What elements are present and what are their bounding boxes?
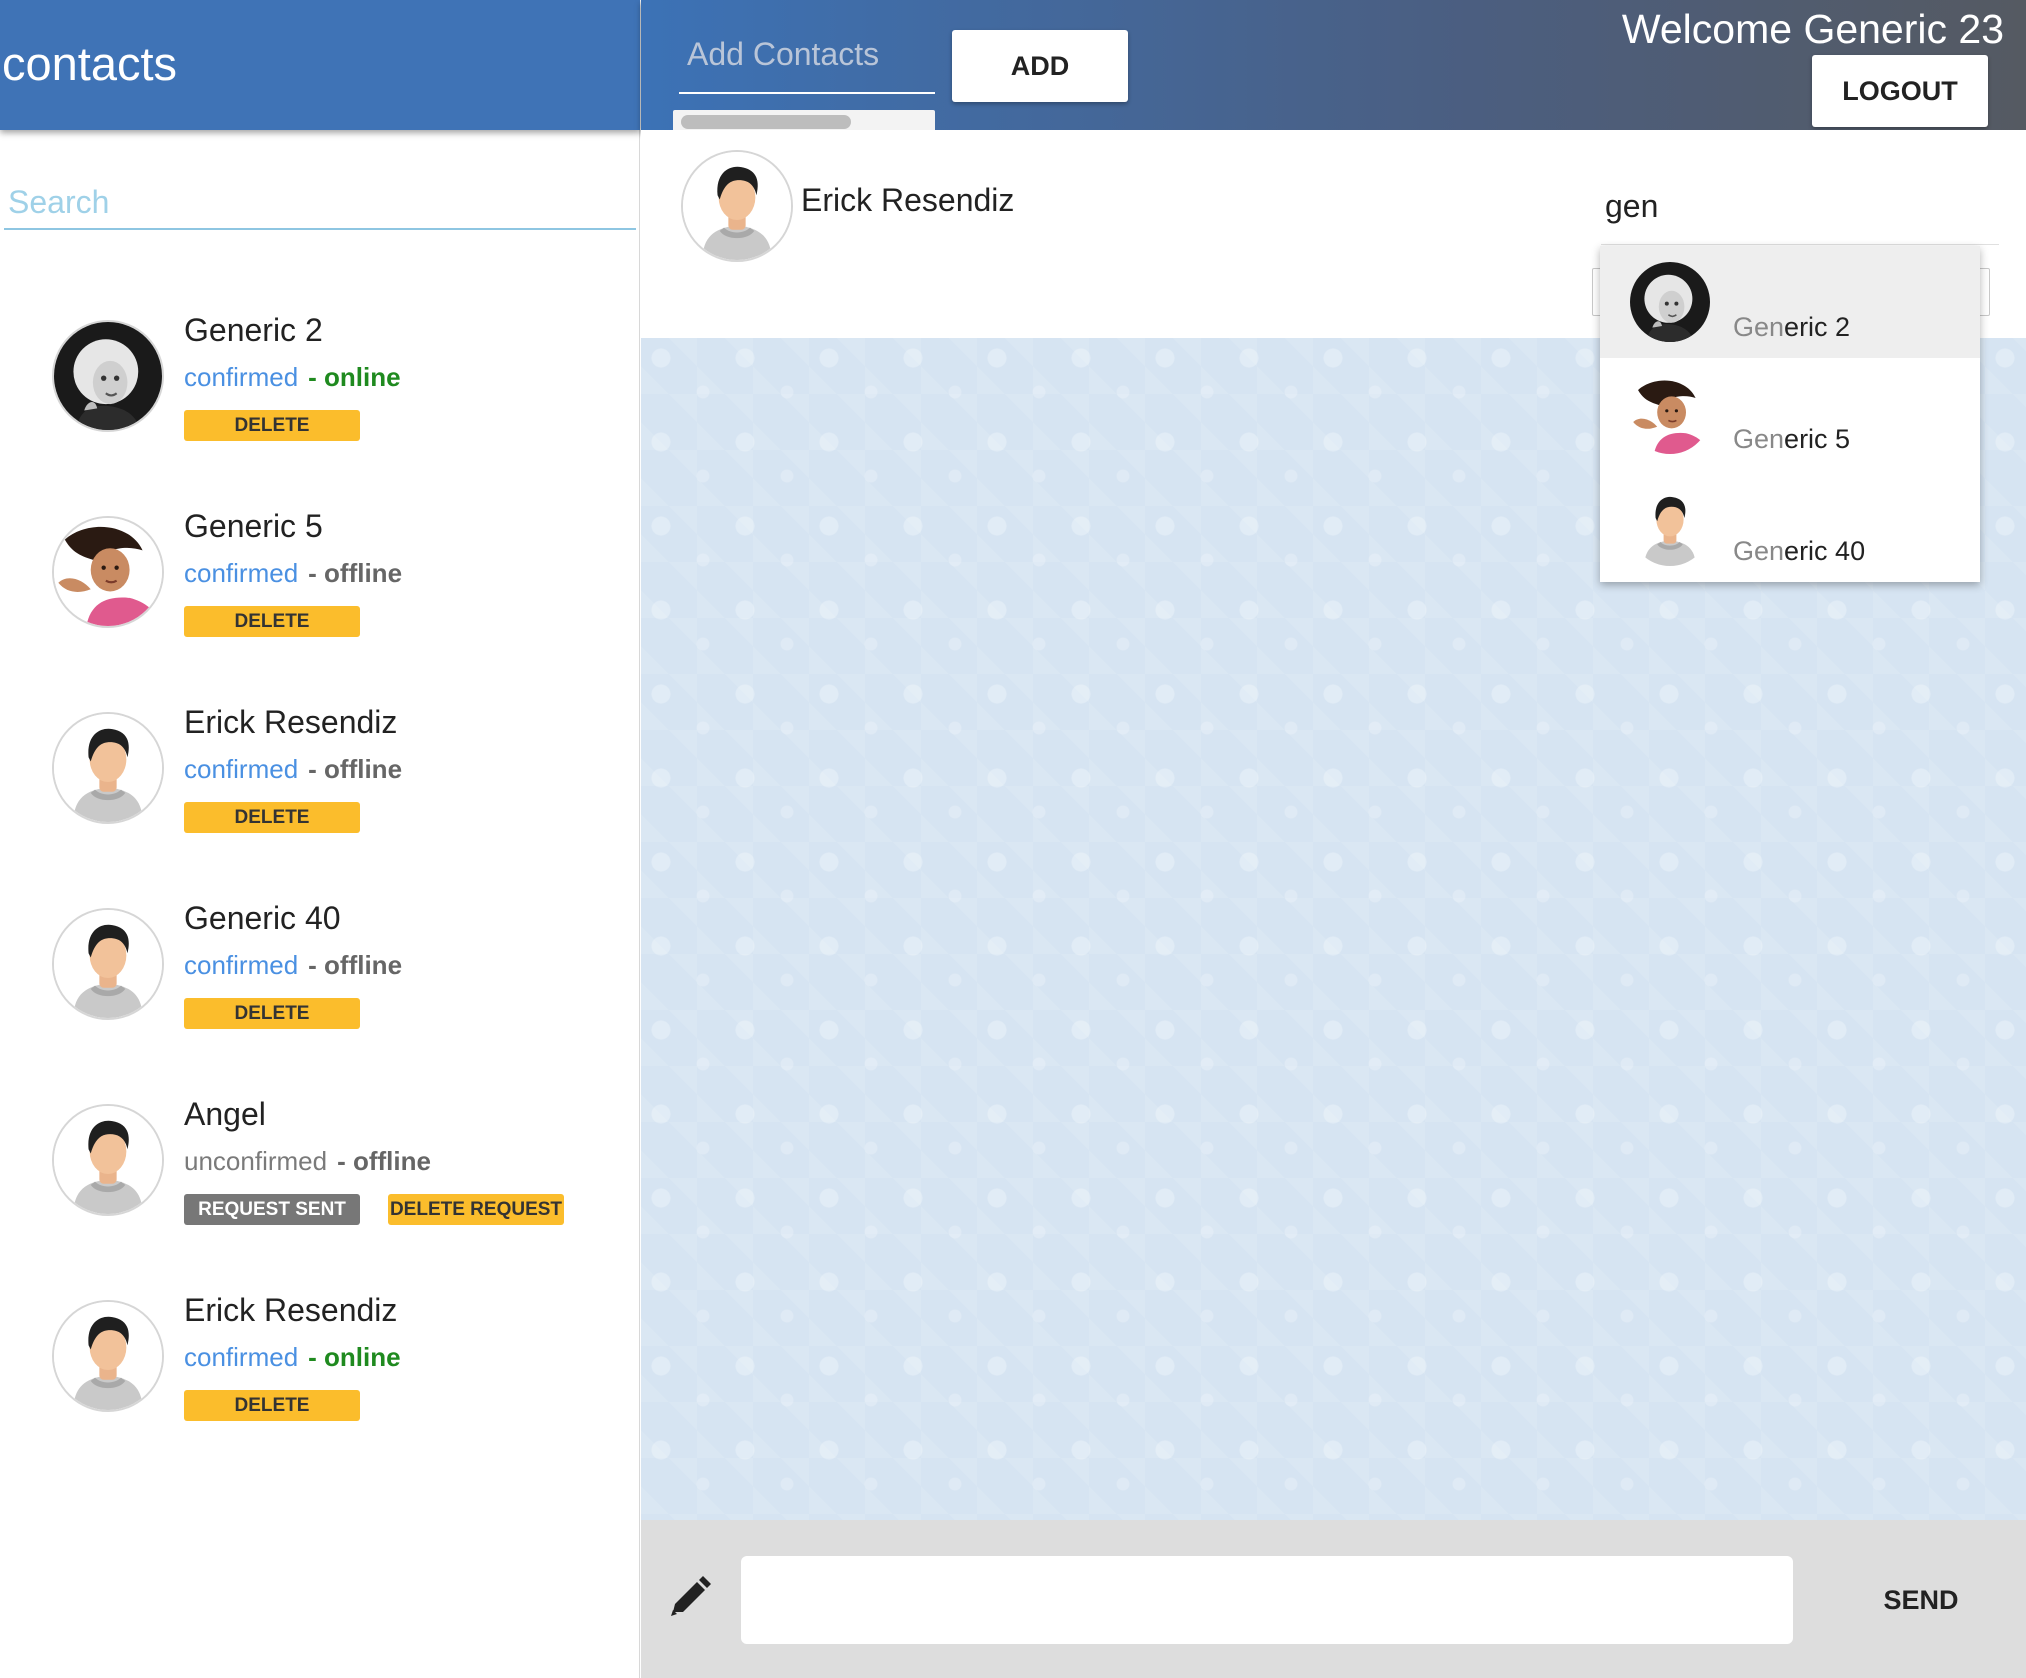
autocomplete-underline: [1601, 244, 1999, 245]
add-contacts-field[interactable]: [679, 16, 935, 94]
compose-bar: SEND: [641, 1520, 2026, 1678]
contact-status: confirmed - offline: [184, 558, 402, 589]
contact-status: confirmed - offline: [184, 950, 402, 981]
contact-item[interactable]: Generic 40 confirmed - offline DELETE: [0, 900, 640, 1096]
contact-name: Erick Resendiz: [184, 1292, 398, 1328]
option-rest: eric 40: [1784, 536, 1866, 566]
contact-item[interactable]: Angel unconfirmed - offline REQUEST SENT …: [0, 1096, 640, 1292]
contact-name: Generic 5: [184, 508, 323, 544]
delete-contact-button[interactable]: DELETE: [184, 606, 360, 637]
contact-status: confirmed - online: [184, 1342, 401, 1373]
confirmation-status: confirmed: [184, 754, 299, 784]
option-avatar: [1630, 262, 1710, 342]
autocomplete-option[interactable]: Generic 5: [1600, 358, 1980, 470]
delete-request-button[interactable]: DELETE REQUEST: [388, 1194, 564, 1225]
contact-autocomplete-field[interactable]: [1605, 170, 2005, 242]
option-label: Generic 2: [1733, 312, 1850, 343]
contact-name: Generic 40: [184, 900, 341, 936]
confirmation-status: unconfirmed: [184, 1146, 328, 1176]
contact-name: Angel: [184, 1096, 266, 1132]
send-button[interactable]: SEND: [1851, 1568, 1991, 1632]
contact-status: confirmed - online: [184, 362, 401, 393]
delete-contact-button[interactable]: DELETE: [184, 410, 360, 441]
autocomplete-option[interactable]: Generic 2: [1600, 246, 1980, 358]
contact-name: Erick Resendiz: [184, 704, 398, 740]
option-rest: eric 2: [1784, 312, 1851, 342]
contact-status: confirmed - offline: [184, 754, 402, 785]
contact-item[interactable]: Generic 2 confirmed - online DELETE: [0, 312, 640, 508]
scrollbar-thumb[interactable]: [681, 115, 851, 129]
contact-avatar: [52, 712, 164, 824]
pencil-icon: [671, 1576, 711, 1616]
active-contact-avatar: [681, 150, 793, 262]
contacts-title: contacts: [2, 37, 178, 90]
add-contact-button[interactable]: ADD: [952, 30, 1128, 102]
delete-contact-button[interactable]: DELETE: [184, 998, 360, 1029]
contact-autocomplete-input[interactable]: [1605, 170, 2005, 242]
contact-avatar: [52, 908, 164, 1020]
option-avatar: [1630, 374, 1710, 454]
option-rest: eric 5: [1784, 424, 1851, 454]
contact-avatar: [52, 516, 164, 628]
contacts-panel: contacts Generic 2 confirmed - online DEL…: [0, 0, 640, 1678]
contact-avatar: [52, 1104, 164, 1216]
top-bar: ADD Welcome Generic 23 LOGOUT: [641, 0, 2026, 134]
presence-status: - offline: [308, 754, 403, 784]
presence-status: - online: [308, 1342, 401, 1372]
request-sent-button[interactable]: REQUEST SENT: [184, 1194, 360, 1225]
active-contact-name: Erick Resendiz: [801, 182, 1015, 218]
delete-contact-button[interactable]: DELETE: [184, 1390, 360, 1421]
autocomplete-option[interactable]: Generic 40: [1600, 470, 1980, 582]
contact-item[interactable]: Erick Resendiz confirmed - online DELETE: [0, 1292, 640, 1488]
message-input[interactable]: [741, 1556, 1793, 1644]
contact-avatar: [52, 320, 164, 432]
autocomplete-dropdown: Generic 2 Generic 5 Generic 40: [1600, 246, 1980, 582]
presence-status: - online: [308, 362, 401, 392]
welcome-message: Welcome Generic 23: [1621, 6, 2004, 52]
option-avatar: [1630, 486, 1710, 566]
confirmation-status: confirmed: [184, 950, 299, 980]
add-contacts-input[interactable]: [679, 16, 935, 92]
contact-status: unconfirmed - offline: [184, 1146, 431, 1177]
option-label: Generic 40: [1733, 536, 1865, 567]
contact-item[interactable]: Erick Resendiz confirmed - offline DELETE: [0, 704, 640, 900]
logout-button[interactable]: LOGOUT: [1812, 55, 1988, 127]
contact-avatar: [52, 1300, 164, 1412]
option-label: Generic 5: [1733, 424, 1850, 455]
contact-item[interactable]: Generic 5 confirmed - offline DELETE: [0, 508, 640, 704]
presence-status: - offline: [308, 950, 403, 980]
presence-status: - offline: [337, 1146, 431, 1176]
contact-search-field[interactable]: [4, 176, 636, 230]
contact-name: Generic 2: [184, 312, 323, 348]
contact-search-input[interactable]: [4, 176, 636, 228]
presence-status: - offline: [308, 558, 403, 588]
option-match: Gen: [1733, 312, 1785, 342]
contacts-header: contacts: [0, 0, 640, 130]
confirmation-status: confirmed: [184, 362, 299, 392]
delete-contact-button[interactable]: DELETE: [184, 802, 360, 833]
option-match: Gen: [1733, 536, 1785, 566]
confirmation-status: confirmed: [184, 558, 299, 588]
option-match: Gen: [1733, 424, 1785, 454]
message-input-field[interactable]: [741, 1556, 1793, 1644]
confirmation-status: confirmed: [184, 1342, 299, 1372]
